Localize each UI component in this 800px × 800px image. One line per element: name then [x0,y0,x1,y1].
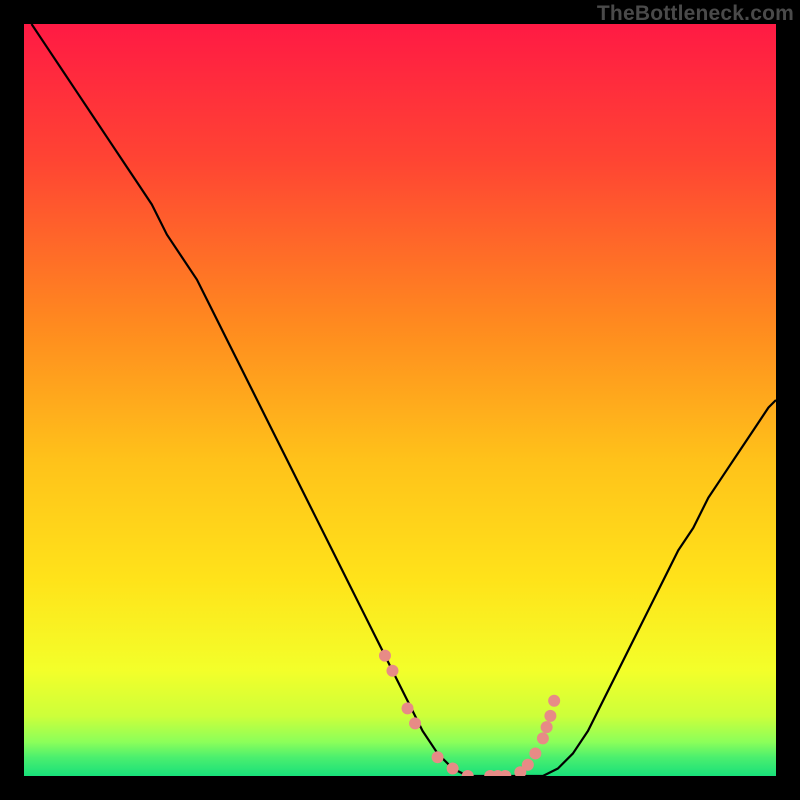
highlight-point [402,702,414,714]
highlight-point [386,665,398,677]
highlight-point [379,650,391,662]
chart-frame [24,24,776,776]
highlight-point [522,759,534,771]
highlight-point [544,710,556,722]
gradient-background [24,24,776,776]
highlight-point [548,695,560,707]
highlight-point [447,762,459,774]
watermark-text: TheBottleneck.com [597,2,794,26]
highlight-point [432,751,444,763]
highlight-point [537,732,549,744]
highlight-point [409,717,421,729]
highlight-point [529,747,541,759]
bottleneck-chart [24,24,776,776]
highlight-point [541,721,553,733]
